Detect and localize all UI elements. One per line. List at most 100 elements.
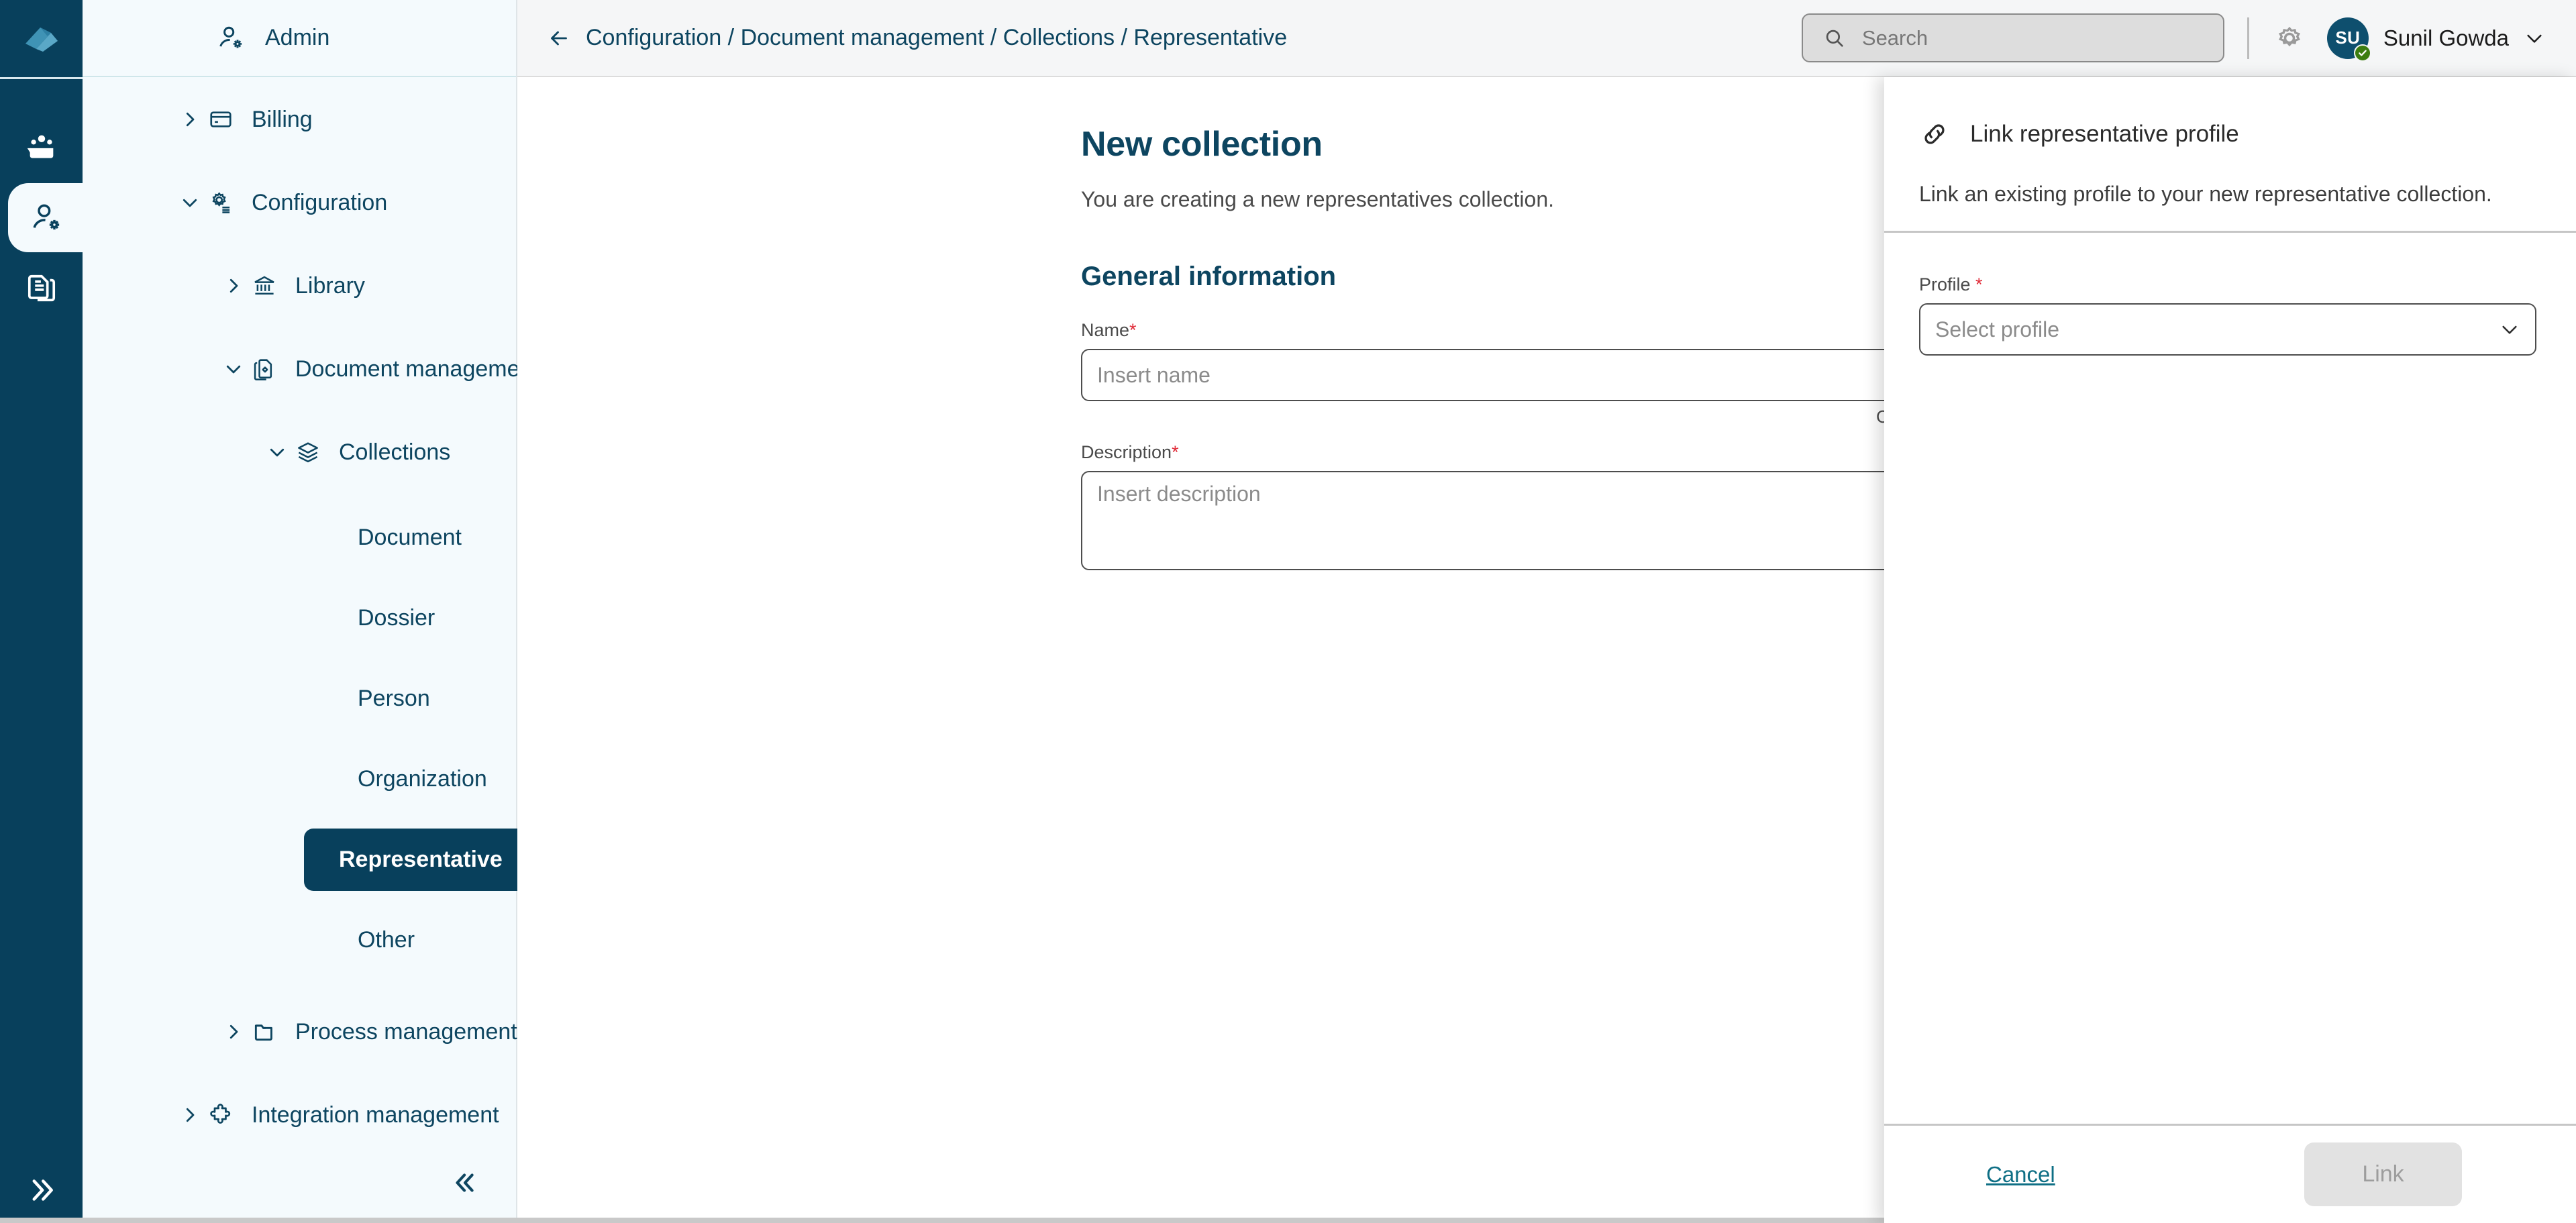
sidebar-item-dossier[interactable]: Dossier	[83, 578, 516, 658]
name-input[interactable]	[1081, 349, 2000, 401]
profile-select-value: Select profile	[1935, 317, 2059, 341]
panel-description: Link an existing profile to your new rep…	[1919, 182, 2492, 206]
body-row: New collection You are creating a new re…	[517, 77, 2576, 1223]
link-profile-panel: Link representative profile Link an exis…	[1884, 77, 2576, 1223]
library-bank-icon	[247, 273, 282, 299]
main-area: Configuration / Document management / Co…	[517, 0, 2576, 1223]
sidebar-item-label: Process management	[295, 1018, 517, 1045]
description-input[interactable]	[1081, 471, 2000, 570]
sidebar-tree: Billing Configuration Library Document m…	[83, 77, 539, 1223]
sidebar-item-person[interactable]: Person	[83, 658, 516, 739]
sidebar-item-representative[interactable]: Representative	[304, 828, 537, 891]
chevron-right-icon[interactable]	[220, 276, 247, 296]
sidebar-item-library[interactable]: Library	[83, 258, 516, 313]
description-label-text: Description	[1081, 442, 1172, 462]
profile-field-label: Profile *	[1919, 274, 2541, 295]
name-character-counter: Characters 0/80	[1081, 407, 2000, 427]
chevron-down-icon[interactable]	[176, 193, 203, 213]
panel-header: Link representative profile Link an exis…	[1884, 77, 2576, 233]
arrow-left-icon[interactable]	[547, 26, 571, 50]
search-input[interactable]: Search	[1801, 13, 2224, 62]
sidebar-item-integration-management[interactable]: Integration management	[83, 1087, 516, 1142]
description-wrapper	[1081, 471, 2000, 574]
profile-select[interactable]: Select profile	[1919, 303, 2536, 356]
cancel-button[interactable]: Cancel	[1986, 1162, 2055, 1187]
sidebar-item-collections[interactable]: Collections	[83, 425, 516, 480]
gear-icon[interactable]	[2272, 21, 2307, 56]
rail-item-admin[interactable]	[8, 183, 83, 252]
billing-card-icon	[203, 107, 238, 132]
app-logo[interactable]	[0, 0, 83, 77]
sidebar-item-billing[interactable]: Billing	[83, 92, 516, 147]
rail-item-list	[0, 114, 83, 321]
chevron-down-icon[interactable]	[2524, 28, 2545, 49]
breadcrumb-text[interactable]: Configuration / Document management / Co…	[586, 25, 1287, 51]
sidebar-collapse-button[interactable]	[450, 1167, 481, 1202]
sidebar-item-label: Integration management	[252, 1102, 499, 1128]
top-bar: Configuration / Document management / Co…	[517, 0, 2576, 77]
panel-body: Profile * Select profile	[1884, 233, 2576, 1124]
top-bar-right: Search SU Sunil Gowda	[1801, 13, 2545, 62]
sidebar-item-document-management[interactable]: Document management	[83, 341, 539, 396]
sidebar-item-representative-wrap: Representative	[83, 819, 537, 900]
app-root: Admin Billing Configuration Library Docu…	[0, 0, 2576, 1223]
panel-title: Link representative profile	[1970, 121, 2239, 147]
panel-footer: Cancel Link	[1884, 1124, 2576, 1223]
folder-icon	[247, 1019, 282, 1045]
user-name: Sunil Gowda	[2383, 25, 2509, 50]
layers-icon	[291, 439, 325, 465]
sidebar-header-label: Admin	[265, 25, 330, 50]
page-subtitle: You are creating a new representatives c…	[1081, 187, 1555, 211]
avatar[interactable]: SU	[2326, 17, 2371, 62]
sidebar-item-other[interactable]: Other	[83, 900, 516, 980]
chevron-right-icon[interactable]	[220, 1022, 247, 1042]
required-marker: *	[1172, 442, 1179, 462]
section-title: General information	[1081, 262, 1337, 291]
description-field-label: Description*	[1081, 442, 2000, 463]
rail-item-documents[interactable]	[0, 252, 83, 321]
sidebar-item-configuration[interactable]: Configuration	[83, 175, 516, 230]
user-gear-icon	[215, 23, 245, 53]
puzzle-icon	[203, 1102, 238, 1128]
rail-divider	[0, 77, 83, 79]
sidebar-item-label: Configuration	[252, 189, 388, 215]
top-bar-divider	[2247, 17, 2249, 59]
description-character-counter: 0/255	[1081, 579, 2000, 600]
content-area: New collection You are creating a new re…	[517, 77, 2000, 1223]
user-menu[interactable]: SU Sunil Gowda	[2326, 17, 2545, 62]
content-inner: New collection You are creating a new re…	[1081, 124, 2000, 600]
page-title: New collection	[1081, 125, 1323, 164]
rail-item-people[interactable]	[0, 114, 83, 183]
chevron-right-icon[interactable]	[176, 109, 203, 129]
breadcrumb: Configuration / Document management / Co…	[547, 25, 1287, 51]
sidebar-item-document[interactable]: Document	[83, 497, 516, 578]
chevron-down-icon[interactable]	[2499, 319, 2520, 340]
sidebar-item-label: Collections	[339, 439, 451, 465]
sidebar-header: Admin	[83, 0, 516, 77]
name-label-text: Name	[1081, 320, 1130, 340]
document-gear-icon	[247, 356, 282, 382]
sidebar-item-label: Library	[295, 272, 365, 299]
link-chain-icon	[1919, 119, 1950, 150]
sidebar-item-label: Billing	[252, 106, 313, 132]
name-field-label: Name*	[1081, 320, 2000, 341]
rail-expand-button[interactable]	[0, 1172, 83, 1208]
sidebar-item-process-management[interactable]: Process management	[83, 1004, 517, 1059]
general-information-form: Name* Characters 0/80 Description* 0/255	[1081, 320, 2000, 600]
panel-title-row: Link representative profile	[1919, 119, 2541, 150]
required-marker: *	[1975, 274, 1983, 295]
sidebar-item-label: Document management	[295, 356, 539, 382]
required-marker: *	[1129, 320, 1137, 340]
profile-label-text: Profile	[1919, 274, 1971, 295]
check-badge-icon	[2353, 44, 2371, 62]
link-button[interactable]: Link	[2304, 1142, 2462, 1206]
sidebar: Admin Billing Configuration Library Docu…	[83, 0, 539, 1223]
chevron-down-icon[interactable]	[264, 442, 291, 462]
search-placeholder: Search	[1861, 25, 1928, 50]
sidebar-item-organization[interactable]: Organization	[83, 739, 516, 819]
chevron-down-icon[interactable]	[220, 359, 247, 379]
chevron-right-icon[interactable]	[176, 1105, 203, 1125]
gear-list-icon	[203, 190, 238, 215]
icon-rail	[0, 0, 83, 1223]
search-icon	[1823, 27, 1846, 50]
